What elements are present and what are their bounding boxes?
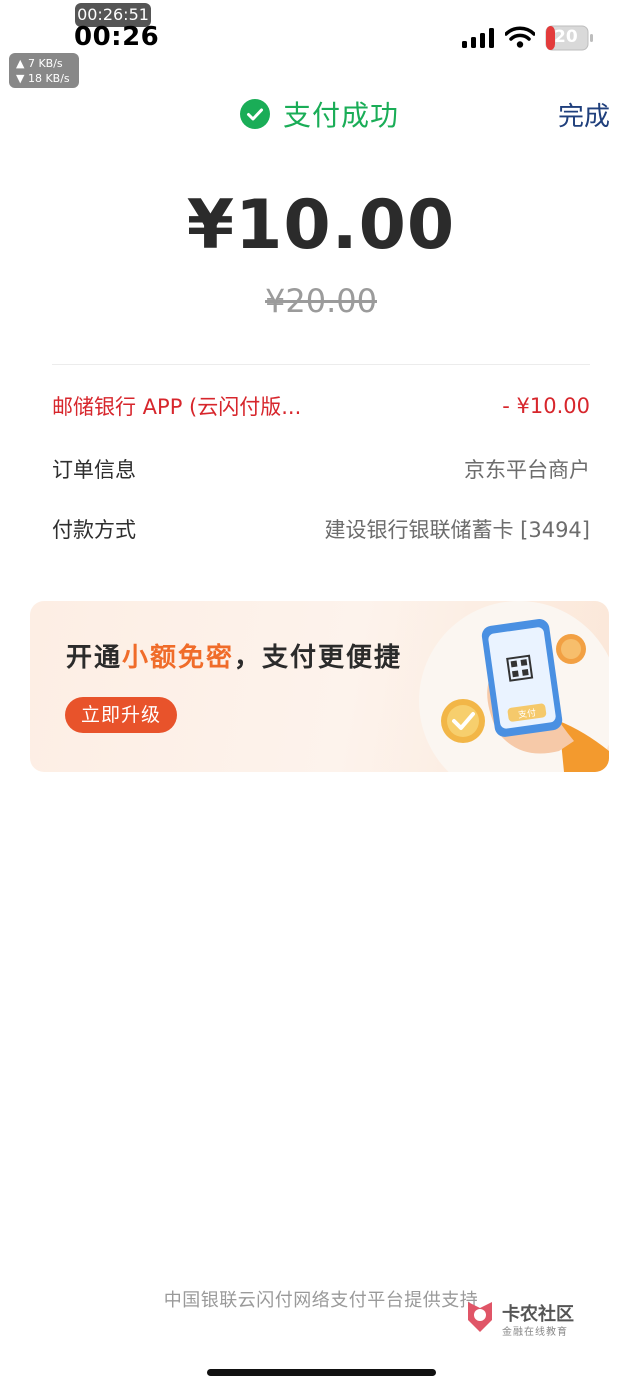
discount-row: 邮储银行 APP (云闪付版... - ¥10.00 xyxy=(52,389,590,423)
done-button[interactable]: 完成 xyxy=(558,96,610,133)
discount-value: - ¥10.00 xyxy=(502,394,590,418)
check-circle-icon xyxy=(240,99,270,129)
payment-method-label: 付款方式 xyxy=(52,518,136,542)
wifi-icon xyxy=(505,26,535,48)
banner-title-suffix: ，支付更便捷 xyxy=(234,643,403,673)
original-amount: ¥20.00 xyxy=(265,282,377,320)
payment-method-row: 付款方式 建设银行银联储蓄卡 [3494] xyxy=(52,512,590,546)
payment-success-screen: 00:26:51 00:26 ▲ 7 KB/s ▼ 18 KB/s 20 支付成… xyxy=(0,0,642,1389)
upgrade-button[interactable]: 立即升级 xyxy=(65,697,177,733)
battery-level: 20 xyxy=(554,27,578,47)
banner-title: 开通小额免密，支付更便捷 xyxy=(66,637,402,674)
watermark: 卡农社区 金融在线教育 xyxy=(462,1298,592,1340)
battery-icon: 20 xyxy=(545,25,595,55)
watermark-logo-icon xyxy=(468,1302,492,1332)
banner-title-prefix: 开通 xyxy=(66,643,123,673)
signal-bars-icon xyxy=(462,28,494,48)
order-info-row: 订单信息 京东平台商户 xyxy=(52,452,590,486)
home-indicator[interactable] xyxy=(207,1369,436,1376)
discount-label: 邮储银行 APP (云闪付版... xyxy=(52,395,302,419)
password-free-banner[interactable]: 开通小额免密，支付更便捷 立即升级 支付 xyxy=(30,601,609,772)
net-down-speed: ▼ 18 KB/s xyxy=(16,72,70,85)
network-speed-badge: ▲ 7 KB/s ▼ 18 KB/s xyxy=(9,53,79,88)
banner-title-highlight: 小额免密 xyxy=(122,643,235,673)
phone-payment-illustration: 支付 xyxy=(419,601,609,772)
payment-method-value: 建设银行银联储蓄卡 [3494] xyxy=(324,518,590,542)
page-title-text: 支付成功 xyxy=(283,99,400,132)
divider xyxy=(52,364,590,365)
paid-amount: ¥10.00 xyxy=(186,186,456,265)
order-info-value: 京东平台商户 xyxy=(464,458,590,482)
page-title: 支付成功 xyxy=(240,94,399,134)
watermark-sub-text: 金融在线教育 xyxy=(502,1327,568,1338)
status-time: 00:26 xyxy=(74,22,160,52)
order-info-label: 订单信息 xyxy=(52,458,136,482)
net-up-speed: ▲ 7 KB/s xyxy=(16,57,63,70)
